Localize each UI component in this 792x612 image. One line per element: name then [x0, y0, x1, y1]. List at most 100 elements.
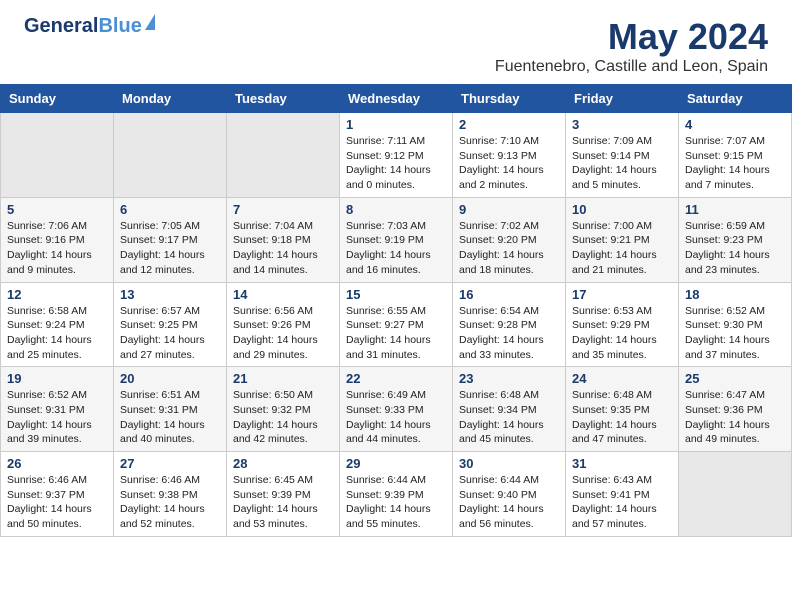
- calendar-cell: 26 Sunrise: 6:46 AMSunset: 9:37 PMDayligh…: [1, 452, 114, 537]
- logo-blue-text: Blue: [98, 15, 141, 37]
- logo-general: General: [24, 15, 98, 37]
- day-number: 2: [459, 117, 559, 132]
- header-saturday: Saturday: [679, 85, 792, 113]
- day-info: Sunrise: 7:00 AMSunset: 9:21 PMDaylight:…: [572, 219, 672, 278]
- day-number: 9: [459, 202, 559, 217]
- calendar-cell: 13 Sunrise: 6:57 AMSunset: 9:25 PMDayligh…: [114, 282, 227, 367]
- calendar-cell: 8Sunrise: 7:03 AMSunset: 9:19 PMDaylight…: [340, 197, 453, 282]
- day-info: Sunrise: 6:50 AMSunset: 9:32 PMDaylight:…: [233, 388, 333, 447]
- calendar-cell: 27 Sunrise: 6:46 AMSunset: 9:38 PMDayligh…: [114, 452, 227, 537]
- day-info: Sunrise: 6:53 AMSunset: 9:29 PMDaylight:…: [572, 304, 672, 363]
- day-number: 27: [120, 456, 220, 471]
- day-info: Sunrise: 6:56 AMSunset: 9:26 PMDaylight:…: [233, 304, 333, 363]
- calendar-subtitle: Fuentenebro, Castille and Leon, Spain: [495, 58, 768, 76]
- calendar-cell: 11 Sunrise: 6:59 AMSunset: 9:23 PMDayligh…: [679, 197, 792, 282]
- logo: GeneralBlue: [24, 16, 155, 36]
- calendar-cell: 6Sunrise: 7:05 AMSunset: 9:17 PMDaylight…: [114, 197, 227, 282]
- calendar-cell: 4 Sunrise: 7:07 AMSunset: 9:15 PMDaylight…: [679, 113, 792, 198]
- day-number: 10: [572, 202, 672, 217]
- title-block: May 2024 Fuentenebro, Castille and Leon,…: [495, 16, 768, 76]
- day-number: 25: [685, 371, 785, 386]
- day-info: Sunrise: 7:03 AMSunset: 9:19 PMDaylight:…: [346, 219, 446, 278]
- day-info: Sunrise: 6:44 AMSunset: 9:40 PMDaylight:…: [459, 473, 559, 532]
- day-info: Sunrise: 6:59 AMSunset: 9:23 PMDaylight:…: [685, 219, 785, 278]
- calendar-cell: [114, 113, 227, 198]
- page-container: GeneralBlue May 2024 Fuentenebro, Castil…: [0, 0, 792, 537]
- day-info: Sunrise: 6:57 AMSunset: 9:25 PMDaylight:…: [120, 304, 220, 363]
- day-info: Sunrise: 6:43 AMSunset: 9:41 PMDaylight:…: [572, 473, 672, 532]
- header-thursday: Thursday: [453, 85, 566, 113]
- day-number: 29: [346, 456, 446, 471]
- calendar-cell: 23Sunrise: 6:48 AMSunset: 9:34 PMDayligh…: [453, 367, 566, 452]
- day-number: 5: [7, 202, 107, 217]
- calendar-cell: 2 Sunrise: 7:10 AMSunset: 9:13 PMDaylight…: [453, 113, 566, 198]
- calendar-cell: 14 Sunrise: 6:56 AMSunset: 9:26 PMDayligh…: [227, 282, 340, 367]
- day-info: Sunrise: 6:45 AMSunset: 9:39 PMDaylight:…: [233, 473, 333, 532]
- calendar-cell: 25 Sunrise: 6:47 AMSunset: 9:36 PMDayligh…: [679, 367, 792, 452]
- calendar-week-row: 1Sunrise: 7:11 AMSunset: 9:12 PMDaylight…: [1, 113, 792, 198]
- day-number: 4: [685, 117, 785, 132]
- day-number: 7: [233, 202, 333, 217]
- day-info: Sunrise: 6:48 AMSunset: 9:35 PMDaylight:…: [572, 388, 672, 447]
- calendar-cell: 7 Sunrise: 7:04 AMSunset: 9:18 PMDaylight…: [227, 197, 340, 282]
- day-info: Sunrise: 7:06 AMSunset: 9:16 PMDaylight:…: [7, 219, 107, 278]
- day-number: 21: [233, 371, 333, 386]
- day-info: Sunrise: 6:52 AMSunset: 9:31 PMDaylight:…: [7, 388, 107, 447]
- calendar-cell: 24 Sunrise: 6:48 AMSunset: 9:35 PMDayligh…: [566, 367, 679, 452]
- calendar-cell: 10 Sunrise: 7:00 AMSunset: 9:21 PMDayligh…: [566, 197, 679, 282]
- day-number: 31: [572, 456, 672, 471]
- day-number: 26: [7, 456, 107, 471]
- calendar-cell: 19 Sunrise: 6:52 AMSunset: 9:31 PMDayligh…: [1, 367, 114, 452]
- calendar-cell: 16Sunrise: 6:54 AMSunset: 9:28 PMDayligh…: [453, 282, 566, 367]
- calendar-cell: [227, 113, 340, 198]
- day-info: Sunrise: 6:46 AMSunset: 9:37 PMDaylight:…: [7, 473, 107, 532]
- day-number: 19: [7, 371, 107, 386]
- calendar-cell: 21 Sunrise: 6:50 AMSunset: 9:32 PMDayligh…: [227, 367, 340, 452]
- day-info: Sunrise: 7:09 AMSunset: 9:14 PMDaylight:…: [572, 134, 672, 193]
- day-info: Sunrise: 6:51 AMSunset: 9:31 PMDaylight:…: [120, 388, 220, 447]
- day-number: 6: [120, 202, 220, 217]
- day-number: 15: [346, 287, 446, 302]
- calendar-cell: 15 Sunrise: 6:55 AMSunset: 9:27 PMDayligh…: [340, 282, 453, 367]
- day-number: 16: [459, 287, 559, 302]
- logo-triangle-icon: [145, 14, 155, 30]
- calendar-cell: 5 Sunrise: 7:06 AMSunset: 9:16 PMDaylight…: [1, 197, 114, 282]
- day-info: Sunrise: 6:47 AMSunset: 9:36 PMDaylight:…: [685, 388, 785, 447]
- day-number: 30: [459, 456, 559, 471]
- day-number: 14: [233, 287, 333, 302]
- calendar-week-row: 26 Sunrise: 6:46 AMSunset: 9:37 PMDayligh…: [1, 452, 792, 537]
- day-number: 3: [572, 117, 672, 132]
- calendar-week-row: 5 Sunrise: 7:06 AMSunset: 9:16 PMDaylight…: [1, 197, 792, 282]
- calendar-cell: 22Sunrise: 6:49 AMSunset: 9:33 PMDayligh…: [340, 367, 453, 452]
- header-tuesday: Tuesday: [227, 85, 340, 113]
- day-number: 13: [120, 287, 220, 302]
- calendar-cell: 1Sunrise: 7:11 AMSunset: 9:12 PMDaylight…: [340, 113, 453, 198]
- day-number: 24: [572, 371, 672, 386]
- day-number: 12: [7, 287, 107, 302]
- header-monday: Monday: [114, 85, 227, 113]
- day-number: 28: [233, 456, 333, 471]
- day-info: Sunrise: 7:04 AMSunset: 9:18 PMDaylight:…: [233, 219, 333, 278]
- calendar-cell: 20 Sunrise: 6:51 AMSunset: 9:31 PMDayligh…: [114, 367, 227, 452]
- day-number: 1: [346, 117, 446, 132]
- day-info: Sunrise: 6:55 AMSunset: 9:27 PMDaylight:…: [346, 304, 446, 363]
- calendar-week-row: 12Sunrise: 6:58 AMSunset: 9:24 PMDayligh…: [1, 282, 792, 367]
- calendar-cell: 12Sunrise: 6:58 AMSunset: 9:24 PMDayligh…: [1, 282, 114, 367]
- header-wednesday: Wednesday: [340, 85, 453, 113]
- day-info: Sunrise: 7:10 AMSunset: 9:13 PMDaylight:…: [459, 134, 559, 193]
- calendar-cell: 17Sunrise: 6:53 AMSunset: 9:29 PMDayligh…: [566, 282, 679, 367]
- day-number: 20: [120, 371, 220, 386]
- day-info: Sunrise: 6:49 AMSunset: 9:33 PMDaylight:…: [346, 388, 446, 447]
- day-info: Sunrise: 6:52 AMSunset: 9:30 PMDaylight:…: [685, 304, 785, 363]
- header-sunday: Sunday: [1, 85, 114, 113]
- day-info: Sunrise: 6:46 AMSunset: 9:38 PMDaylight:…: [120, 473, 220, 532]
- header-friday: Friday: [566, 85, 679, 113]
- day-number: 11: [685, 202, 785, 217]
- calendar-table: Sunday Monday Tuesday Wednesday Thursday…: [0, 84, 792, 537]
- calendar-cell: [1, 113, 114, 198]
- calendar-cell: 30 Sunrise: 6:44 AMSunset: 9:40 PMDayligh…: [453, 452, 566, 537]
- calendar-week-row: 19 Sunrise: 6:52 AMSunset: 9:31 PMDayligh…: [1, 367, 792, 452]
- day-info: Sunrise: 7:07 AMSunset: 9:15 PMDaylight:…: [685, 134, 785, 193]
- day-info: Sunrise: 7:02 AMSunset: 9:20 PMDaylight:…: [459, 219, 559, 278]
- day-info: Sunrise: 6:48 AMSunset: 9:34 PMDaylight:…: [459, 388, 559, 447]
